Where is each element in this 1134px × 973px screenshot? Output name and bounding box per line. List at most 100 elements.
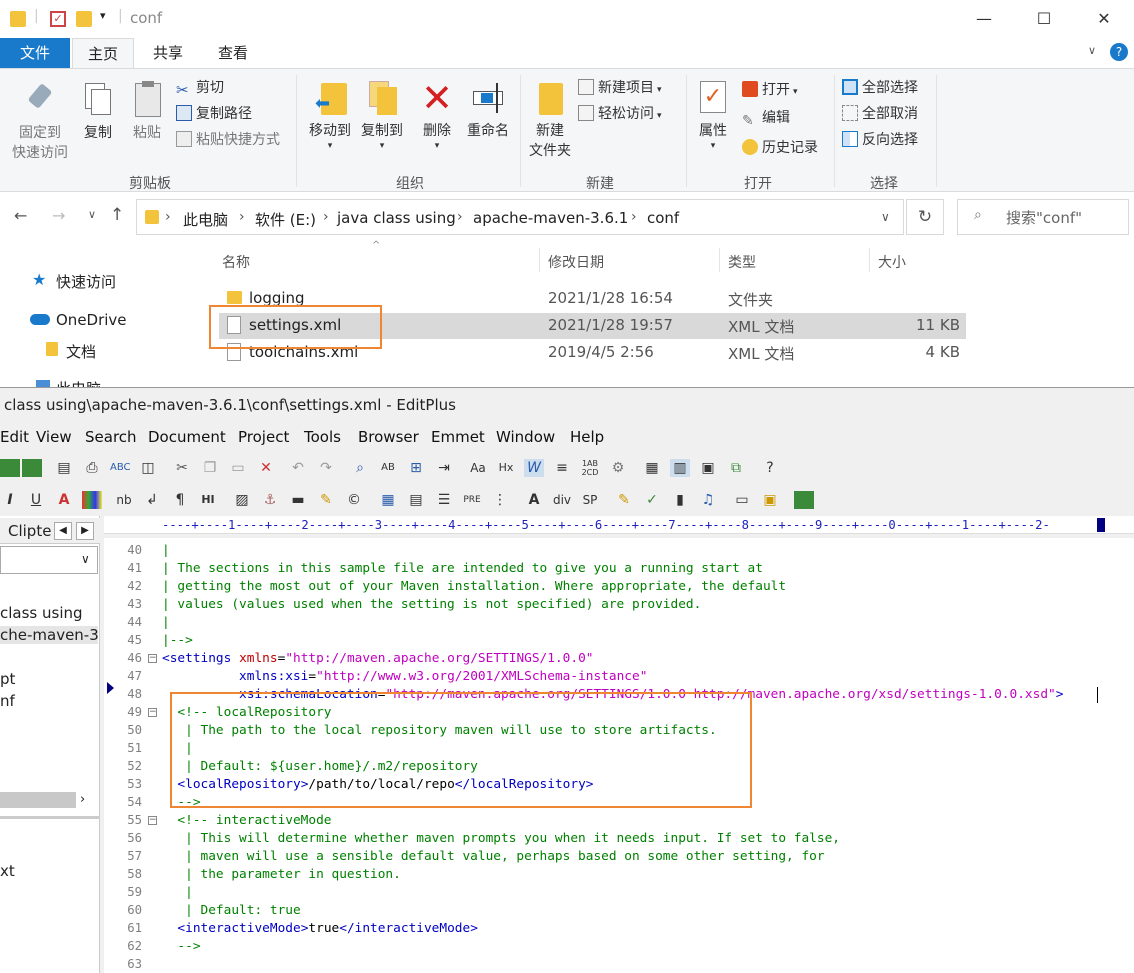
maximize-button[interactable]: ☐ <box>1024 6 1064 32</box>
paste-icon[interactable]: ▭ <box>228 459 248 477</box>
anchor-icon[interactable]: ⚓ <box>260 491 280 509</box>
copy-path-button[interactable]: 复制路径 <box>176 103 252 125</box>
directory-window-icon[interactable]: ▦ <box>642 459 662 477</box>
menu-project[interactable]: Project <box>238 428 289 446</box>
div-icon[interactable]: div <box>552 491 572 509</box>
tab-home[interactable]: 主页 <box>72 38 134 68</box>
spellcheck-icon[interactable]: ABC <box>110 459 131 477</box>
close-button[interactable]: ✕ <box>1084 6 1124 32</box>
template-icon[interactable]: ▭ <box>732 491 752 509</box>
nbsp-icon[interactable]: nb <box>114 491 134 509</box>
address-dropdown-icon[interactable]: ∨ <box>881 210 890 224</box>
line-numbers-icon[interactable]: 1AB 2CD <box>580 459 600 477</box>
tree-item[interactable]: class using <box>0 604 83 622</box>
tab-share[interactable]: 共享 <box>138 38 198 68</box>
media-icon[interactable]: ▮ <box>670 491 690 509</box>
menu-edit[interactable]: Edit <box>0 428 29 446</box>
tree-item[interactable]: nf <box>0 692 15 710</box>
easy-access-button[interactable]: 轻松访问 ▾ <box>578 103 662 125</box>
music-icon[interactable]: ♫ <box>698 491 718 509</box>
save-all-icon[interactable] <box>22 459 42 477</box>
paste-button[interactable]: 粘贴 <box>124 81 170 143</box>
horizontal-rule-icon[interactable]: ▬ <box>288 491 308 509</box>
settings-gear-icon[interactable]: ⚙ <box>608 459 628 477</box>
print-icon[interactable]: ⎙ <box>82 459 102 477</box>
help-icon[interactable]: ? <box>1110 43 1128 61</box>
horizontal-scrollbar-thumb[interactable] <box>0 792 76 808</box>
html-toolbar-icon[interactable] <box>794 491 814 509</box>
cut-icon[interactable]: ✂ <box>172 459 192 477</box>
menu-document[interactable]: Document <box>148 428 226 446</box>
browser-icon[interactable]: ⧉ <box>726 459 746 477</box>
breadcrumb-java-class-using[interactable]: java class using <box>337 209 456 227</box>
tab-cliptext[interactable]: Clipte <box>8 522 51 540</box>
form-icon[interactable]: ▤ <box>406 491 426 509</box>
edit-button[interactable]: ✎ 编辑 <box>742 107 790 129</box>
word-wrap-icon[interactable]: W <box>524 459 544 477</box>
pane-splitter[interactable] <box>0 816 100 819</box>
save-icon[interactable] <box>0 459 20 477</box>
delete-button[interactable]: ✕ 删除 ▾ <box>414 79 460 151</box>
breadcrumb-drive[interactable]: 软件 (E:) <box>255 209 316 230</box>
history-button[interactable]: 历史记录 <box>742 137 818 159</box>
list-icon[interactable]: ⋮ <box>490 491 510 509</box>
tab-file[interactable]: 文件 <box>0 38 70 68</box>
column-modified[interactable]: 修改日期 <box>548 252 604 272</box>
column-size[interactable]: 大小 <box>878 252 906 272</box>
up-icon[interactable]: ↑ <box>110 205 124 225</box>
column-name[interactable]: 名称 <box>222 252 250 272</box>
replace-icon[interactable]: AB <box>378 459 398 477</box>
address-bar[interactable]: › 此电脑 › 软件 (E:) › java class using › apa… <box>136 199 904 235</box>
goto-line-icon[interactable]: ⇥ <box>434 459 454 477</box>
heading-icon[interactable]: HI <box>198 491 218 509</box>
new-folder-button[interactable]: 新建 文件夹 <box>524 79 576 161</box>
copy-icon[interactable]: ❐ <box>200 459 220 477</box>
snippet-icon[interactable]: ▣ <box>760 491 780 509</box>
redo-icon[interactable]: ↷ <box>316 459 336 477</box>
browser-preview-icon[interactable]: ◫ <box>138 459 158 477</box>
refresh-icon[interactable]: ↻ <box>906 199 944 235</box>
menu-window[interactable]: Window <box>496 428 555 446</box>
fold-toggle-icon[interactable]: − <box>148 816 157 825</box>
expand-ribbon-icon[interactable]: ∨ <box>1088 44 1096 57</box>
nav-this-pc[interactable]: 此电脑 <box>56 378 101 387</box>
ruler-icon[interactable]: ≡ <box>552 459 572 477</box>
select-element-icon[interactable]: A <box>524 491 544 509</box>
tab-scroll-right-icon[interactable]: ▶ <box>76 522 94 540</box>
select-none-button[interactable]: 全部取消 <box>842 103 918 125</box>
find-in-files-icon[interactable]: ⊞ <box>406 459 426 477</box>
nav-quick-access[interactable]: 快速访问 <box>56 271 116 292</box>
context-help-icon[interactable]: ? <box>760 459 780 477</box>
column-type[interactable]: 类型 <box>728 252 756 272</box>
comment-icon[interactable]: ✎ <box>316 491 336 509</box>
image-icon[interactable]: ▨ <box>232 491 252 509</box>
output-window-icon[interactable]: ▣ <box>698 459 718 477</box>
select-all-button[interactable]: 全部选择 <box>842 77 918 99</box>
paragraph-icon[interactable]: ¶ <box>170 491 190 509</box>
edit-icon[interactable]: ✎ <box>614 491 634 509</box>
menu-tools[interactable]: Tools <box>304 428 341 446</box>
open-button[interactable]: 打开 ▾ <box>742 79 798 101</box>
forward-icon[interactable]: → <box>52 206 65 225</box>
breadcrumb-this-pc[interactable]: 此电脑 <box>183 209 228 230</box>
cut-button[interactable]: ✂ 剪切 <box>176 77 224 99</box>
nav-onedrive[interactable]: OneDrive <box>56 311 127 329</box>
properties-button[interactable]: ✓ 属性 ▾ <box>690 79 736 151</box>
menu-view[interactable]: View <box>36 428 72 446</box>
nav-documents[interactable]: 文档 <box>66 341 96 362</box>
minimize-button[interactable]: — <box>964 6 1004 32</box>
scroll-right-icon[interactable]: › <box>80 792 85 807</box>
new-folder-icon[interactable] <box>76 11 92 27</box>
italic-icon[interactable]: I <box>0 491 20 509</box>
properties-icon[interactable]: ✓ <box>50 11 66 27</box>
validate-icon[interactable]: ✓ <box>642 491 662 509</box>
customize-qat-icon[interactable]: ▾ <box>100 9 106 22</box>
tree-item-selected[interactable]: che-maven-3. <box>0 626 98 644</box>
back-icon[interactable]: ← <box>14 206 27 225</box>
find-icon[interactable]: ⌕ <box>350 459 370 477</box>
center-icon[interactable]: ☰ <box>434 491 454 509</box>
recent-locations-icon[interactable]: ∨ <box>88 208 96 221</box>
cliptext-window-icon[interactable]: ▥ <box>670 459 690 477</box>
paste-shortcut-button[interactable]: 粘贴快捷方式 <box>176 129 280 151</box>
fold-toggle-icon[interactable]: − <box>148 654 157 663</box>
